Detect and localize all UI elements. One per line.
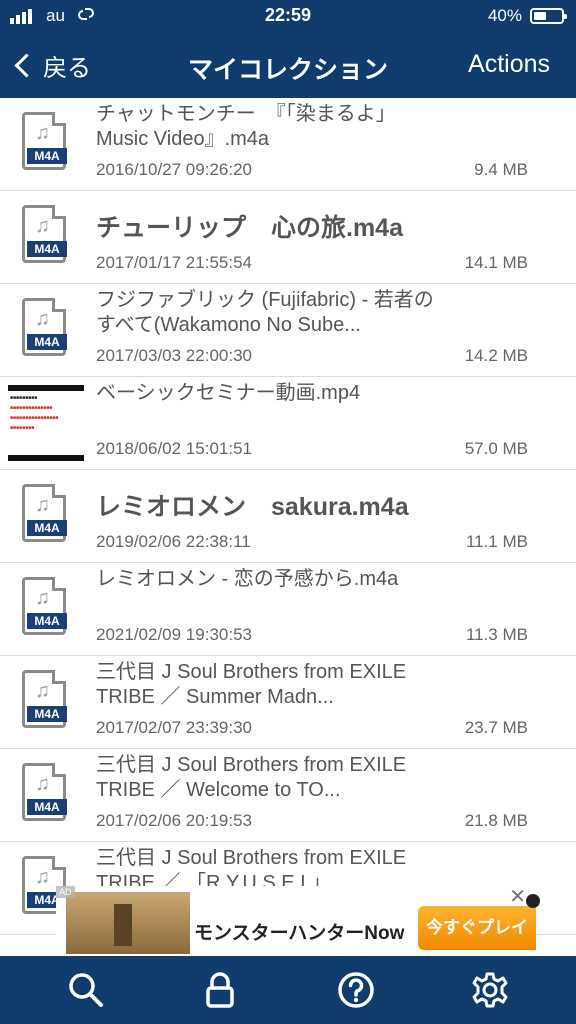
settings-icon[interactable]	[470, 970, 510, 1010]
file-name: 三代目 J Soul Brothers from EXILE TRIBE ／ W…	[96, 754, 407, 801]
file-list: ♫ M4A チャットモンチー 『「染まるよ」Music Video』.m4a 20…	[0, 98, 576, 935]
file-date: 2017/03/03 22:00:30	[96, 346, 252, 365]
list-item[interactable]: ♫ M4A 三代目 J Soul Brothers from EXILE TRIB…	[0, 656, 576, 749]
battery-icon	[530, 8, 567, 24]
battery-percent: 40%	[487, 6, 522, 25]
ad-text[interactable]: モンスターハンターNow	[194, 918, 404, 945]
file-size: 14.2 MB	[464, 346, 528, 365]
ad-banner[interactable]: AD モンスターハンターNow 今すぐプレイ ✕	[56, 884, 540, 954]
list-item[interactable]: ♫ M4A 三代目 J Soul Brothers from EXILE TRIB…	[0, 749, 576, 842]
file-size: 9.4 MB	[474, 160, 528, 179]
file-size: 23.7 MB	[464, 718, 528, 737]
file-date: 2019/02/06 22:38:11	[96, 532, 251, 551]
lock-icon[interactable]	[200, 970, 240, 1010]
file-name: ベーシックセミナー動画.mp4	[96, 382, 361, 404]
file-date: 2017/02/07 23:39:30	[96, 718, 252, 737]
file-name: レミオロメン sakura.m4a	[96, 493, 409, 521]
file-size: 21.8 MB	[464, 811, 528, 830]
audio-file-icon: ♫ M4A	[22, 484, 70, 544]
file-name: チューリップ 心の旅.m4a	[96, 214, 403, 242]
list-item[interactable]: ♫ M4A レミオロメン - 恋の予感から.m4a 2021/02/09 19:3…	[0, 563, 576, 656]
file-name: フジファブリック (Fujifabric) - 若者のすべて(Wakamono …	[96, 289, 434, 336]
file-date: 2017/02/06 20:19:53	[96, 811, 252, 830]
list-item[interactable]: ■■■■■■■■■ ■■■■■■■■■■■■■■ ■■■■■■■■■■■■■■■…	[0, 377, 576, 470]
file-size: 11.3 MB	[465, 625, 528, 644]
file-date: 2017/01/17 21:55:54	[96, 253, 252, 272]
audio-file-icon: ♫ M4A	[22, 763, 70, 823]
status-bar: au 22:59 40%	[0, 0, 576, 32]
ad-tag: AD	[56, 886, 75, 898]
audio-file-icon: ♫ M4A	[22, 577, 70, 637]
ad-info-icon[interactable]	[526, 894, 540, 908]
audio-file-icon: ♫ M4A	[22, 298, 70, 358]
file-name: 三代目 J Soul Brothers from EXILE TRIBE ／ S…	[96, 661, 407, 708]
actions-button[interactable]: Actions	[468, 50, 550, 79]
ad-image[interactable]	[66, 892, 190, 954]
list-item[interactable]: ♫ M4A レミオロメン sakura.m4a 2019/02/06 22:38:…	[0, 470, 576, 563]
audio-file-icon: ♫ M4A	[22, 670, 70, 730]
file-name: レミオロメン - 恋の予感から.m4a	[96, 568, 399, 590]
file-size: 11.1 MB	[465, 532, 528, 551]
audio-file-icon: ♫ M4A	[22, 112, 70, 172]
ad-close-icon[interactable]: ✕	[509, 884, 526, 909]
audio-file-icon: ♫ M4A	[22, 205, 70, 265]
file-date: 2021/02/09 19:30:53	[96, 625, 252, 644]
list-item[interactable]: ♫ M4A チューリップ 心の旅.m4a 2017/01/17 21:55:54 …	[0, 191, 576, 284]
file-size: 57.0 MB	[464, 439, 528, 458]
file-name: チャットモンチー 『「染まるよ」Music Video』.m4a	[96, 103, 396, 150]
help-icon[interactable]	[336, 970, 376, 1010]
video-thumbnail: ■■■■■■■■■ ■■■■■■■■■■■■■■ ■■■■■■■■■■■■■■■…	[8, 385, 84, 461]
tab-bar	[0, 956, 576, 1024]
header: au 22:59 40% 戻る マイコレクション Actions	[0, 0, 576, 98]
ad-play-button[interactable]: 今すぐプレイ	[418, 906, 536, 950]
file-date: 2016/10/27 09:26:20	[96, 160, 252, 179]
list-item[interactable]: ♫ M4A フジファブリック (Fujifabric) - 若者のすべて(Waka…	[0, 284, 576, 377]
search-icon[interactable]	[66, 970, 106, 1010]
list-item[interactable]: ♫ M4A チャットモンチー 『「染まるよ」Music Video』.m4a 20…	[0, 98, 576, 191]
file-size: 14.1 MB	[464, 253, 528, 272]
file-date: 2018/06/02 15:01:51	[96, 439, 252, 458]
